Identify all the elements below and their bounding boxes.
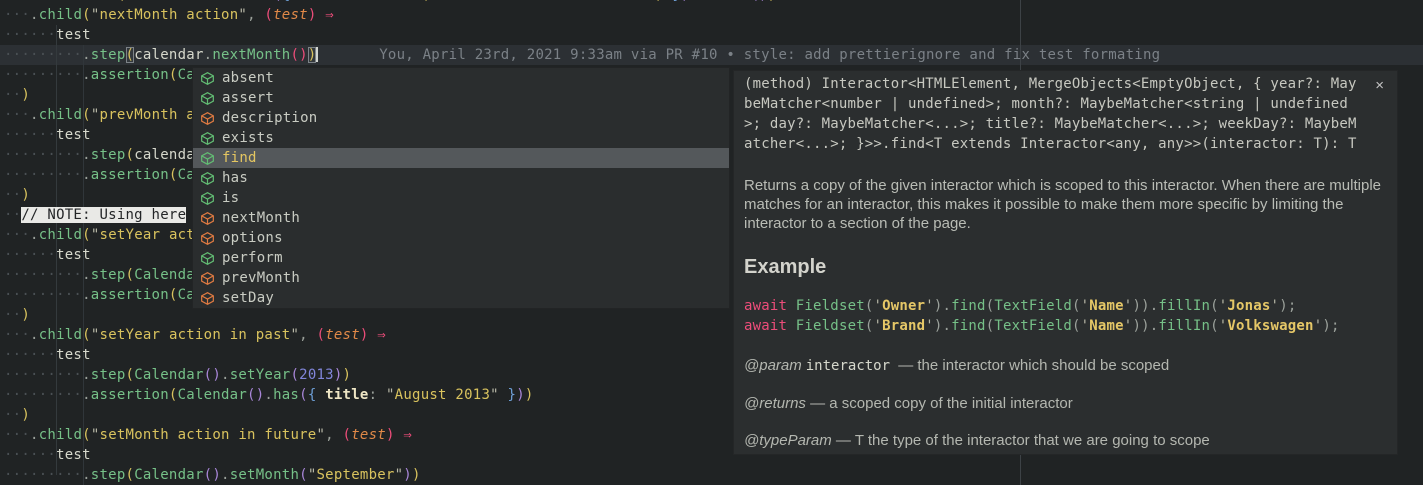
suggestion-label: description [222, 108, 317, 128]
tag-name: @param [744, 357, 802, 374]
code-line[interactable]: ·········.assertion(Cale [4, 285, 212, 305]
suggestion-label: has [222, 168, 248, 188]
suggestion-label: assert [222, 88, 274, 108]
symbol-cube-icon [200, 251, 215, 266]
symbol-cube-icon [200, 291, 215, 306]
tag-name: @returns [744, 395, 806, 412]
code-line[interactable]: ···.child("setYear action in past", (tes… [4, 325, 386, 345]
symbol-cube-icon [200, 71, 215, 86]
suggestion-item-assert[interactable]: assert [193, 88, 729, 108]
doc-tag-row: @paraminteractor — the interactor which … [744, 356, 1383, 376]
code-line[interactable]: ·········.step(calendar.nextMonth()) You… [4, 45, 1160, 65]
suggestion-label: is [222, 188, 239, 208]
code-line[interactable]: ···.child("setYear act [4, 225, 195, 245]
symbol-cube-icon [200, 231, 215, 246]
example-code-line: await Fieldset('Owner').find(TextField('… [744, 296, 1383, 316]
suggestion-item-options[interactable]: options [193, 228, 729, 248]
signature-line: (method) Interactor<HTMLElement, MergeOb… [744, 74, 1383, 94]
code-line[interactable]: ··// NOTE: Using here [4, 205, 186, 225]
autocomplete-dropdown: absent assert description exists [192, 67, 730, 309]
code-line[interactable]: ·········.assertion(Cale [4, 65, 212, 85]
suggestion-item-has[interactable]: has [193, 168, 729, 188]
suggestion-item-nextMonth[interactable]: nextMonth [193, 208, 729, 228]
signature-line: atcher<...>; }>>.find<T extends Interact… [744, 134, 1383, 154]
signature-line: >; day?: MaybeMatcher<...>; title?: Mayb… [744, 114, 1383, 134]
code-line[interactable]: ·········.assertion(Cale [4, 165, 212, 185]
example-code: await Fieldset('Owner').find(TextField('… [744, 296, 1383, 336]
code-line[interactable]: ·········.step(calendar. [4, 145, 212, 165]
suggestion-item-perform[interactable]: perform [193, 248, 729, 268]
suggestion-item-description[interactable]: description [193, 108, 729, 128]
tag-name: @typeParam [744, 432, 832, 449]
symbol-cube-icon [200, 91, 215, 106]
code-editor: ···.assertion(CalendarWithUtils({ date: … [0, 0, 1423, 485]
symbol-cube-icon [200, 211, 215, 226]
symbol-cube-icon [200, 111, 215, 126]
suggestion-item-absent[interactable]: absent [193, 68, 729, 88]
code-line[interactable]: ···.child("setMonth action in future", (… [4, 425, 412, 445]
suggestion-label: setDay [222, 288, 274, 308]
code-line[interactable]: ·········.step(Calendar( [4, 265, 212, 285]
suggestion-label: nextMonth [222, 208, 300, 228]
example-code-line: await Fieldset('Brand').find(TextField('… [744, 316, 1383, 336]
code-line[interactable]: ······test [4, 445, 91, 465]
code-line[interactable]: ······test [4, 125, 91, 145]
code-line[interactable]: ···.child("nextMonth action", (test) ⇒ [4, 5, 334, 25]
symbol-cube-icon [200, 131, 215, 146]
code-line[interactable]: ·········.step(Calendar().setMonth("Sept… [4, 465, 421, 485]
code-line[interactable]: ·········.assertion(Calendar().has({ tit… [4, 385, 534, 405]
suggestion-label: find [222, 148, 257, 168]
suggestion-item-is[interactable]: is [193, 188, 729, 208]
doc-tag-row: @typeParam — T the type of the interacto… [744, 431, 1383, 450]
code-line[interactable]: ··) [4, 305, 30, 325]
suggestion-item-find[interactable]: find [193, 148, 729, 168]
suggestion-label: options [222, 228, 283, 248]
suggestion-label: perform [222, 248, 283, 268]
symbol-cube-icon [200, 151, 215, 166]
tag-description: — a scoped copy of the initial interacto… [806, 395, 1073, 412]
code-line[interactable]: ······test [4, 245, 91, 265]
tag-description: — the interactor which should be scoped [894, 357, 1169, 374]
symbol-cube-icon [200, 191, 215, 206]
docs-popup: × (method) Interactor<HTMLElement, Merge… [733, 70, 1398, 455]
tag-param-code: interactor [802, 358, 894, 374]
docs-tags: @paraminteractor — the interactor which … [744, 356, 1383, 450]
example-heading: Example [744, 254, 1383, 281]
signature-line: beMatcher<number | undefined>; month?: M… [744, 94, 1383, 114]
suggestion-list: absent assert description exists [193, 68, 729, 308]
code-line[interactable]: ·········.step(Calendar().setYear(2013)) [4, 365, 351, 385]
code-line[interactable]: ··) [4, 85, 30, 105]
method-signature: (method) Interactor<HTMLElement, MergeOb… [744, 74, 1383, 154]
code-line[interactable]: ······test [4, 25, 91, 45]
code-line[interactable]: ······test [4, 345, 91, 365]
docs-description: Returns a copy of the given interactor w… [744, 176, 1389, 233]
suggestion-label: prevMonth [222, 268, 300, 288]
doc-tag-row: @returns — a scoped copy of the initial … [744, 394, 1383, 413]
suggestion-label: absent [222, 68, 274, 88]
symbol-cube-icon [200, 171, 215, 186]
code-line[interactable]: ···.child("prevMonth a [4, 105, 195, 125]
suggestion-item-prevMonth[interactable]: prevMonth [193, 268, 729, 288]
close-icon[interactable]: × [1375, 78, 1384, 93]
suggestion-item-setDay[interactable]: setDay [193, 288, 729, 308]
code-line[interactable]: ··) [4, 405, 30, 425]
suggestion-label: exists [222, 128, 274, 148]
symbol-cube-icon [200, 271, 215, 286]
code-line[interactable]: ··) [4, 185, 30, 205]
tag-description: — T the type of the interactor that we a… [832, 432, 1210, 449]
suggestion-item-exists[interactable]: exists [193, 128, 729, 148]
